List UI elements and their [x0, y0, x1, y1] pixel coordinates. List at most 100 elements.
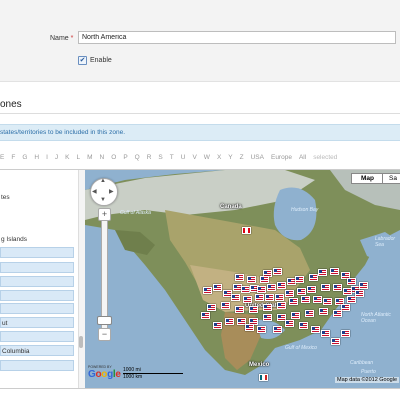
- flag-usa-icon[interactable]: [341, 304, 350, 311]
- flag-usa-icon[interactable]: [275, 294, 284, 301]
- flag-usa-icon[interactable]: [213, 284, 222, 291]
- filter-i[interactable]: I: [46, 154, 48, 161]
- flag-usa-icon[interactable]: [203, 287, 212, 294]
- filter-w[interactable]: W: [204, 154, 210, 161]
- flag-usa-icon[interactable]: [257, 326, 266, 333]
- state-list-item[interactable]: [0, 360, 74, 371]
- flag-usa-icon[interactable]: [347, 278, 356, 285]
- flag-usa-icon[interactable]: [343, 288, 352, 295]
- map-view[interactable]: ▲ ◀ ▶ ▼ + − Map Sa Canada United States …: [85, 170, 400, 388]
- filter-n[interactable]: N: [100, 154, 105, 161]
- flag-usa-icon[interactable]: [213, 322, 222, 329]
- state-list-item[interactable]: [0, 247, 74, 258]
- flag-usa-icon[interactable]: [291, 312, 300, 319]
- flag-usa-icon[interactable]: [235, 306, 244, 313]
- flag-usa-icon[interactable]: [241, 286, 250, 293]
- flag-usa-icon[interactable]: [330, 268, 339, 275]
- pan-down-icon[interactable]: ▼: [100, 197, 106, 203]
- flag-usa-icon[interactable]: [319, 308, 328, 315]
- flag-usa-icon[interactable]: [235, 274, 244, 281]
- flag-usa-icon[interactable]: [321, 284, 330, 291]
- filter-x[interactable]: X: [217, 154, 221, 161]
- filter-t[interactable]: T: [170, 154, 174, 161]
- filter-j[interactable]: J: [55, 154, 58, 161]
- zoom-slider-handle[interactable]: [97, 316, 112, 325]
- flag-usa-icon[interactable]: [323, 298, 332, 305]
- state-list-item[interactable]: tes: [0, 192, 74, 203]
- flag-usa-icon[interactable]: [301, 296, 310, 303]
- filter-f[interactable]: F: [11, 154, 15, 161]
- filter-l[interactable]: L: [77, 154, 81, 161]
- flag-usa-icon[interactable]: [257, 286, 266, 293]
- filter-h[interactable]: H: [34, 154, 39, 161]
- filter-k[interactable]: K: [65, 154, 69, 161]
- filter-e[interactable]: E: [0, 154, 4, 161]
- filter-u[interactable]: U: [181, 154, 186, 161]
- flag-usa-icon[interactable]: [309, 274, 318, 281]
- flag-usa-icon[interactable]: [307, 286, 316, 293]
- flag-usa-icon[interactable]: [313, 296, 322, 303]
- map-data-attribution[interactable]: Map data ©2012 Google: [335, 377, 400, 383]
- state-list-item[interactable]: [0, 331, 74, 342]
- flag-usa-icon[interactable]: [260, 276, 269, 283]
- state-list-item[interactable]: ut: [0, 317, 74, 328]
- filter-g[interactable]: G: [22, 154, 27, 161]
- pan-right-icon[interactable]: ▶: [109, 188, 114, 195]
- flag-usa-icon[interactable]: [299, 322, 308, 329]
- zoom-out-button[interactable]: −: [98, 328, 111, 341]
- flag-usa-icon[interactable]: [321, 330, 330, 337]
- pan-up-icon[interactable]: ▲: [100, 178, 106, 184]
- map-type-satellite-button[interactable]: Sa: [382, 173, 400, 184]
- filter-o[interactable]: O: [111, 154, 116, 161]
- filter-z[interactable]: Z: [240, 154, 244, 161]
- flag-usa-icon[interactable]: [355, 290, 364, 297]
- flag-usa-icon[interactable]: [341, 330, 350, 337]
- flag-usa-icon[interactable]: [311, 326, 320, 333]
- flag-usa-icon[interactable]: [305, 310, 314, 317]
- filter-europe[interactable]: Europe: [271, 154, 292, 161]
- flag-usa-icon[interactable]: [297, 288, 306, 295]
- state-list-item[interactable]: [0, 303, 74, 314]
- state-list-item[interactable]: [0, 276, 74, 287]
- flag-usa-icon[interactable]: [255, 294, 264, 301]
- filter-y[interactable]: Y: [228, 154, 232, 161]
- flag-usa-icon[interactable]: [333, 284, 342, 291]
- state-list-item[interactable]: g Islands: [0, 234, 74, 245]
- state-list-item[interactable]: [0, 290, 74, 301]
- filter-selected[interactable]: selected: [313, 154, 337, 161]
- filter-usa[interactable]: USA: [251, 154, 264, 161]
- filter-v[interactable]: V: [192, 154, 196, 161]
- zoom-slider-track[interactable]: [101, 212, 108, 330]
- filter-all[interactable]: All: [299, 154, 306, 161]
- flag-usa-icon[interactable]: [277, 302, 286, 309]
- flag-usa-icon[interactable]: [263, 314, 272, 321]
- state-list-scrollbar[interactable]: [78, 170, 85, 388]
- flag-usa-icon[interactable]: [207, 304, 216, 311]
- flag-usa-icon[interactable]: [245, 324, 254, 331]
- flag-usa-icon[interactable]: [247, 276, 256, 283]
- flag-usa-icon[interactable]: [263, 304, 272, 311]
- filter-m[interactable]: M: [87, 154, 92, 161]
- state-list-item[interactable]: Columbia: [0, 345, 74, 356]
- name-input[interactable]: [78, 31, 396, 44]
- flag-usa-icon[interactable]: [249, 306, 258, 313]
- zoom-in-button[interactable]: +: [98, 208, 111, 221]
- flag-usa-icon[interactable]: [359, 282, 368, 289]
- pan-left-icon[interactable]: ◀: [92, 188, 97, 195]
- flag-usa-icon[interactable]: [277, 282, 286, 289]
- flag-usa-icon[interactable]: [265, 294, 274, 301]
- flag-usa-icon[interactable]: [221, 302, 230, 309]
- flag-mexico-icon[interactable]: [259, 374, 268, 381]
- filter-q[interactable]: Q: [135, 154, 140, 161]
- flag-canada-icon[interactable]: [242, 227, 251, 234]
- enable-checkbox-row[interactable]: ✔ Enable: [78, 56, 112, 65]
- flag-usa-icon[interactable]: [201, 312, 210, 319]
- flag-usa-icon[interactable]: [273, 326, 282, 333]
- map-type-map-button[interactable]: Map: [351, 173, 384, 184]
- state-list-item[interactable]: [0, 262, 74, 273]
- filter-s[interactable]: S: [158, 154, 162, 161]
- flag-usa-icon[interactable]: [231, 294, 240, 301]
- scrollbar-thumb[interactable]: [79, 336, 83, 348]
- flag-usa-icon[interactable]: [243, 296, 252, 303]
- flag-usa-icon[interactable]: [285, 290, 294, 297]
